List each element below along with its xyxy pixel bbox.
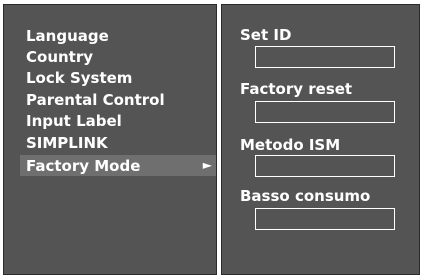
factory-reset-label: Factory reset: [240, 80, 353, 98]
menu-item-parental-control[interactable]: Parental Control: [26, 91, 165, 109]
set-id-label: Set ID: [240, 26, 292, 44]
submenu-panel: Set ID Factory reset Metodo ISM Basso co…: [221, 4, 420, 275]
menu-item-simplink[interactable]: SIMPLINK: [26, 134, 108, 152]
right-arrow-icon: ►: [202, 158, 212, 172]
metodo-ism-label: Metodo ISM: [240, 136, 341, 154]
main-menu-panel: ► Language Country Lock System Parental …: [3, 4, 217, 275]
metodo-ism-field[interactable]: [255, 155, 395, 177]
menu-item-factory-mode[interactable]: Factory Mode: [26, 157, 140, 175]
set-id-field[interactable]: [255, 46, 395, 68]
factory-reset-field[interactable]: [255, 101, 395, 123]
menu-item-language[interactable]: Language: [26, 27, 109, 45]
menu-item-lock-system[interactable]: Lock System: [26, 69, 132, 87]
basso-consumo-field[interactable]: [255, 208, 395, 230]
menu-item-country[interactable]: Country: [26, 48, 93, 66]
menu-item-input-label[interactable]: Input Label: [26, 112, 122, 130]
basso-consumo-label: Basso consumo: [240, 187, 371, 205]
osd-screen: ► Language Country Lock System Parental …: [0, 0, 424, 277]
